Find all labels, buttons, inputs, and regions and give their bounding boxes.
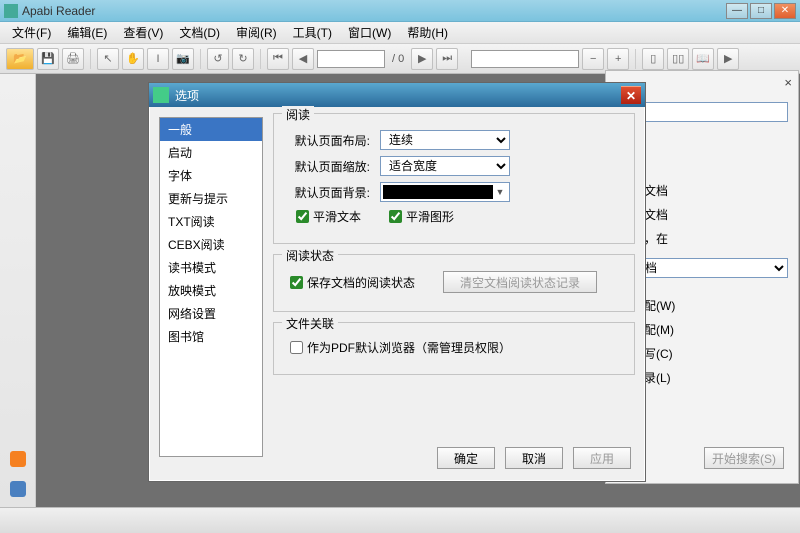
text-select-tool[interactable]: I — [147, 48, 169, 70]
single-page-button[interactable]: ▯ — [642, 48, 664, 70]
statusbar — [0, 507, 800, 533]
prev-page-button[interactable]: ◀ — [292, 48, 314, 70]
library-icon[interactable] — [10, 481, 26, 497]
search-close-button[interactable]: × — [784, 75, 792, 90]
facing-page-button[interactable]: ▯▯ — [667, 48, 689, 70]
combo-bg-color[interactable]: ▼ — [380, 182, 510, 202]
first-page-button[interactable]: ⏮ — [267, 48, 289, 70]
cancel-button[interactable]: 取消 — [505, 447, 563, 469]
zoom-out-button[interactable]: − — [582, 48, 604, 70]
label-bg: 默认页面背景: — [286, 184, 370, 201]
rss-icon[interactable] — [10, 451, 26, 467]
check-smooth-text[interactable]: 平滑文本 — [296, 208, 361, 225]
menubar: 文件(F) 编辑(E) 查看(V) 文档(D) 审阅(R) 工具(T) 窗口(W… — [0, 22, 800, 44]
group-reading-state: 阅读状态 保存文档的阅读状态 清空文档阅读状态记录 — [273, 254, 635, 312]
dialog-close-button[interactable]: ✕ — [621, 86, 641, 104]
apply-button[interactable]: 应用 — [573, 447, 631, 469]
app-title: Apabi Reader — [22, 4, 726, 18]
category-item[interactable]: TXT阅读 — [160, 210, 262, 233]
page-number-input[interactable] — [317, 50, 385, 68]
dialog-title: 选项 — [175, 87, 621, 104]
titlebar: Apabi Reader — □ ✕ — [0, 0, 800, 22]
last-page-button[interactable]: ⏭ — [436, 48, 458, 70]
group-assoc-legend: 文件关联 — [282, 315, 338, 332]
rotate-ccw-button[interactable]: ↺ — [207, 48, 229, 70]
start-search-button[interactable]: 开始搜索(S) — [704, 447, 784, 469]
app-icon — [4, 4, 18, 18]
maximize-button[interactable]: □ — [750, 3, 772, 19]
check-smooth-graphics[interactable]: 平滑图形 — [389, 208, 454, 225]
category-item[interactable]: 一般 — [160, 118, 262, 141]
category-item[interactable]: 启动 — [160, 141, 262, 164]
menu-file[interactable]: 文件(F) — [6, 22, 57, 43]
category-item[interactable]: 读书模式 — [160, 256, 262, 279]
snapshot-tool[interactable]: 📷 — [172, 48, 194, 70]
category-item[interactable]: 更新与提示 — [160, 187, 262, 210]
category-item[interactable]: 图书馆 — [160, 325, 262, 348]
pointer-tool[interactable]: ↖ — [97, 48, 119, 70]
rotate-cw-button[interactable]: ↻ — [232, 48, 254, 70]
dialog-titlebar: 选项 ✕ — [149, 83, 645, 107]
menu-document[interactable]: 文档(D) — [173, 22, 226, 43]
check-save-state[interactable]: 保存文档的阅读状态 — [290, 274, 415, 291]
print-button[interactable]: 🖨 — [62, 48, 84, 70]
separator — [635, 49, 636, 69]
menu-view[interactable]: 查看(V) — [117, 22, 169, 43]
book-mode-button[interactable]: 📖 — [692, 48, 714, 70]
side-strip — [0, 74, 36, 507]
menu-edit[interactable]: 编辑(E) — [61, 22, 113, 43]
category-list[interactable]: 一般启动字体更新与提示TXT阅读CEBX阅读读书模式放映模式网络设置图书馆 — [159, 117, 263, 457]
combo-zoom[interactable]: 适合宽度 — [380, 156, 510, 176]
clear-state-button[interactable]: 清空文档阅读状态记录 — [443, 271, 597, 293]
save-button[interactable]: 💾 — [37, 48, 59, 70]
dialog-actions: 确定 取消 应用 — [437, 447, 631, 469]
menu-tools[interactable]: 工具(T) — [287, 22, 338, 43]
options-dialog: 选项 ✕ 一般启动字体更新与提示TXT阅读CEBX阅读读书模式放映模式网络设置图… — [148, 82, 646, 482]
zoom-in-button[interactable]: + — [607, 48, 629, 70]
menu-review[interactable]: 审阅(R) — [230, 22, 283, 43]
hand-tool[interactable]: ✋ — [122, 48, 144, 70]
ok-button[interactable]: 确定 — [437, 447, 495, 469]
group-file-assoc: 文件关联 作为PDF默认浏览器（需管理员权限） — [273, 322, 635, 375]
check-pdf-default[interactable]: 作为PDF默认浏览器（需管理员权限） — [290, 339, 511, 356]
group-reading: 阅读 默认页面布局: 连续 默认页面缩放: 适合宽度 默认页面背景: ▼ 平滑文… — [273, 113, 635, 244]
page-total-label: / 0 — [392, 53, 404, 65]
close-button[interactable]: ✕ — [774, 3, 796, 19]
minimize-button[interactable]: — — [726, 3, 748, 19]
label-zoom: 默认页面缩放: — [286, 158, 370, 175]
separator — [200, 49, 201, 69]
category-item[interactable]: 字体 — [160, 164, 262, 187]
next-page-button[interactable]: ▶ — [411, 48, 433, 70]
menu-help[interactable]: 帮助(H) — [401, 22, 454, 43]
separator — [90, 49, 91, 69]
separator — [260, 49, 261, 69]
menu-window[interactable]: 窗口(W) — [342, 22, 397, 43]
zoom-combo[interactable] — [471, 50, 579, 68]
window-buttons: — □ ✕ — [726, 3, 796, 19]
group-state-legend: 阅读状态 — [282, 247, 338, 264]
combo-layout[interactable]: 连续 — [380, 130, 510, 150]
category-item[interactable]: 网络设置 — [160, 302, 262, 325]
category-item[interactable]: CEBX阅读 — [160, 233, 262, 256]
open-button[interactable]: 📂 — [6, 48, 34, 70]
slideshow-button[interactable]: ▶ — [717, 48, 739, 70]
group-reading-legend: 阅读 — [282, 106, 314, 123]
label-layout: 默认页面布局: — [286, 132, 370, 149]
dialog-icon — [153, 87, 169, 103]
category-item[interactable]: 放映模式 — [160, 279, 262, 302]
